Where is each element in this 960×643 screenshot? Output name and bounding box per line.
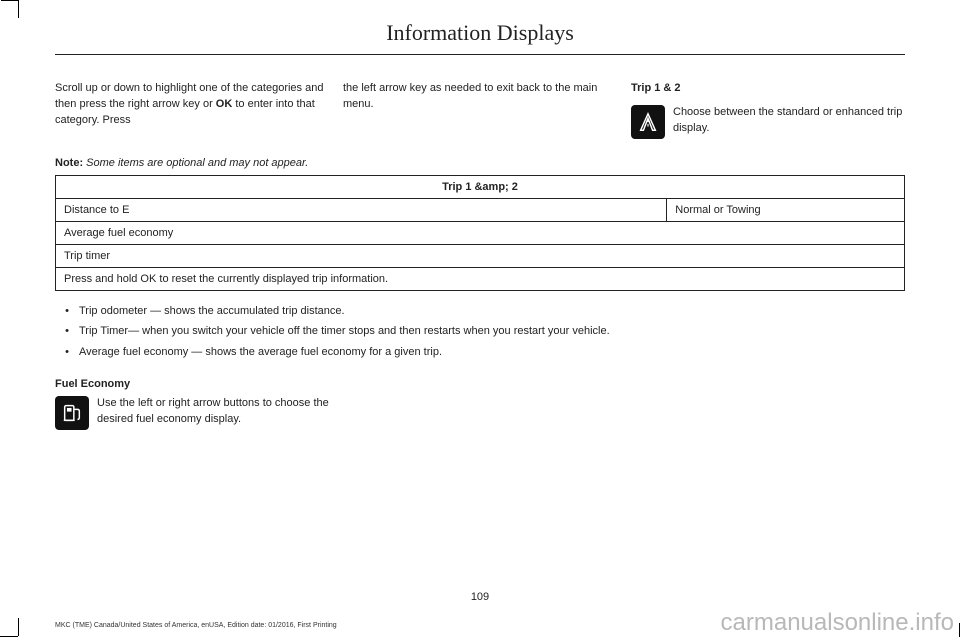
note-label: Note:: [55, 157, 83, 169]
bullet-text: Trip Timer— when you switch your vehicle…: [79, 323, 610, 340]
road-icon: [637, 111, 659, 133]
table-row: Average fuel economy: [56, 221, 905, 244]
bullet-dot: •: [55, 323, 79, 340]
table-cell: Normal or Towing: [667, 198, 905, 221]
trip-icon: [631, 105, 665, 139]
list-item: •Trip odometer — shows the accumulated t…: [55, 303, 905, 320]
fuel-icon-box: [55, 396, 89, 430]
page-number: 109: [0, 591, 960, 603]
bullet-text: Average fuel economy — shows the average…: [79, 344, 442, 361]
table-cell: Distance to E: [56, 198, 667, 221]
trip-heading: Trip 1 & 2: [631, 81, 905, 97]
bullet-dot: •: [55, 344, 79, 361]
table-cell: Trip timer: [56, 244, 905, 267]
fuel-block: Use the left or right arrow buttons to c…: [55, 396, 335, 430]
crop-mark-bottom-left: [0, 619, 18, 637]
intro-text-2: the left arrow key as needed to exit bac…: [343, 81, 617, 113]
table-header: Trip 1 &amp; 2: [56, 175, 905, 198]
watermark: carmanualsonline.info: [721, 609, 954, 637]
trip-table: Trip 1 &amp; 2 Distance to E Normal or T…: [55, 175, 905, 291]
table-row: Trip timer: [56, 244, 905, 267]
bullet-dot: •: [55, 303, 79, 320]
list-item: •Average fuel economy — shows the averag…: [55, 344, 905, 361]
note-text: Some items are optional and may not appe…: [83, 157, 308, 169]
trip-text: Choose between the standard or enhanced …: [673, 105, 905, 137]
imprint-text: MKC (TME) Canada/United States of Americ…: [55, 622, 337, 629]
crop-mark-top-left: [18, 0, 36, 18]
intro-col-1: Scroll up or down to highlight one of th…: [55, 81, 329, 139]
fuel-text: Use the left or right arrow buttons to c…: [97, 396, 335, 430]
intro-col-2: the left arrow key as needed to exit bac…: [343, 81, 617, 139]
table-row: Distance to E Normal or Towing: [56, 198, 905, 221]
page-title: Information Displays: [55, 20, 905, 55]
fuel-pump-icon: [61, 402, 83, 424]
table-cell: Average fuel economy: [56, 221, 905, 244]
table-row: Press and hold OK to reset the currently…: [56, 267, 905, 290]
list-item: •Trip Timer— when you switch your vehicl…: [55, 323, 905, 340]
manual-page: Information Displays Scroll up or down t…: [0, 0, 960, 430]
bullet-list: •Trip odometer — shows the accumulated t…: [55, 303, 905, 361]
intro-text-ok: OK: [216, 98, 233, 110]
table-cell: Press and hold OK to reset the currently…: [56, 267, 905, 290]
intro-col-3: Trip 1 & 2 Choose between the standard o…: [631, 81, 905, 139]
bullet-text: Trip odometer — shows the accumulated tr…: [79, 303, 345, 320]
note-line: Note: Some items are optional and may no…: [55, 157, 905, 169]
fuel-heading: Fuel Economy: [55, 378, 905, 390]
intro-columns: Scroll up or down to highlight one of th…: [55, 81, 905, 139]
